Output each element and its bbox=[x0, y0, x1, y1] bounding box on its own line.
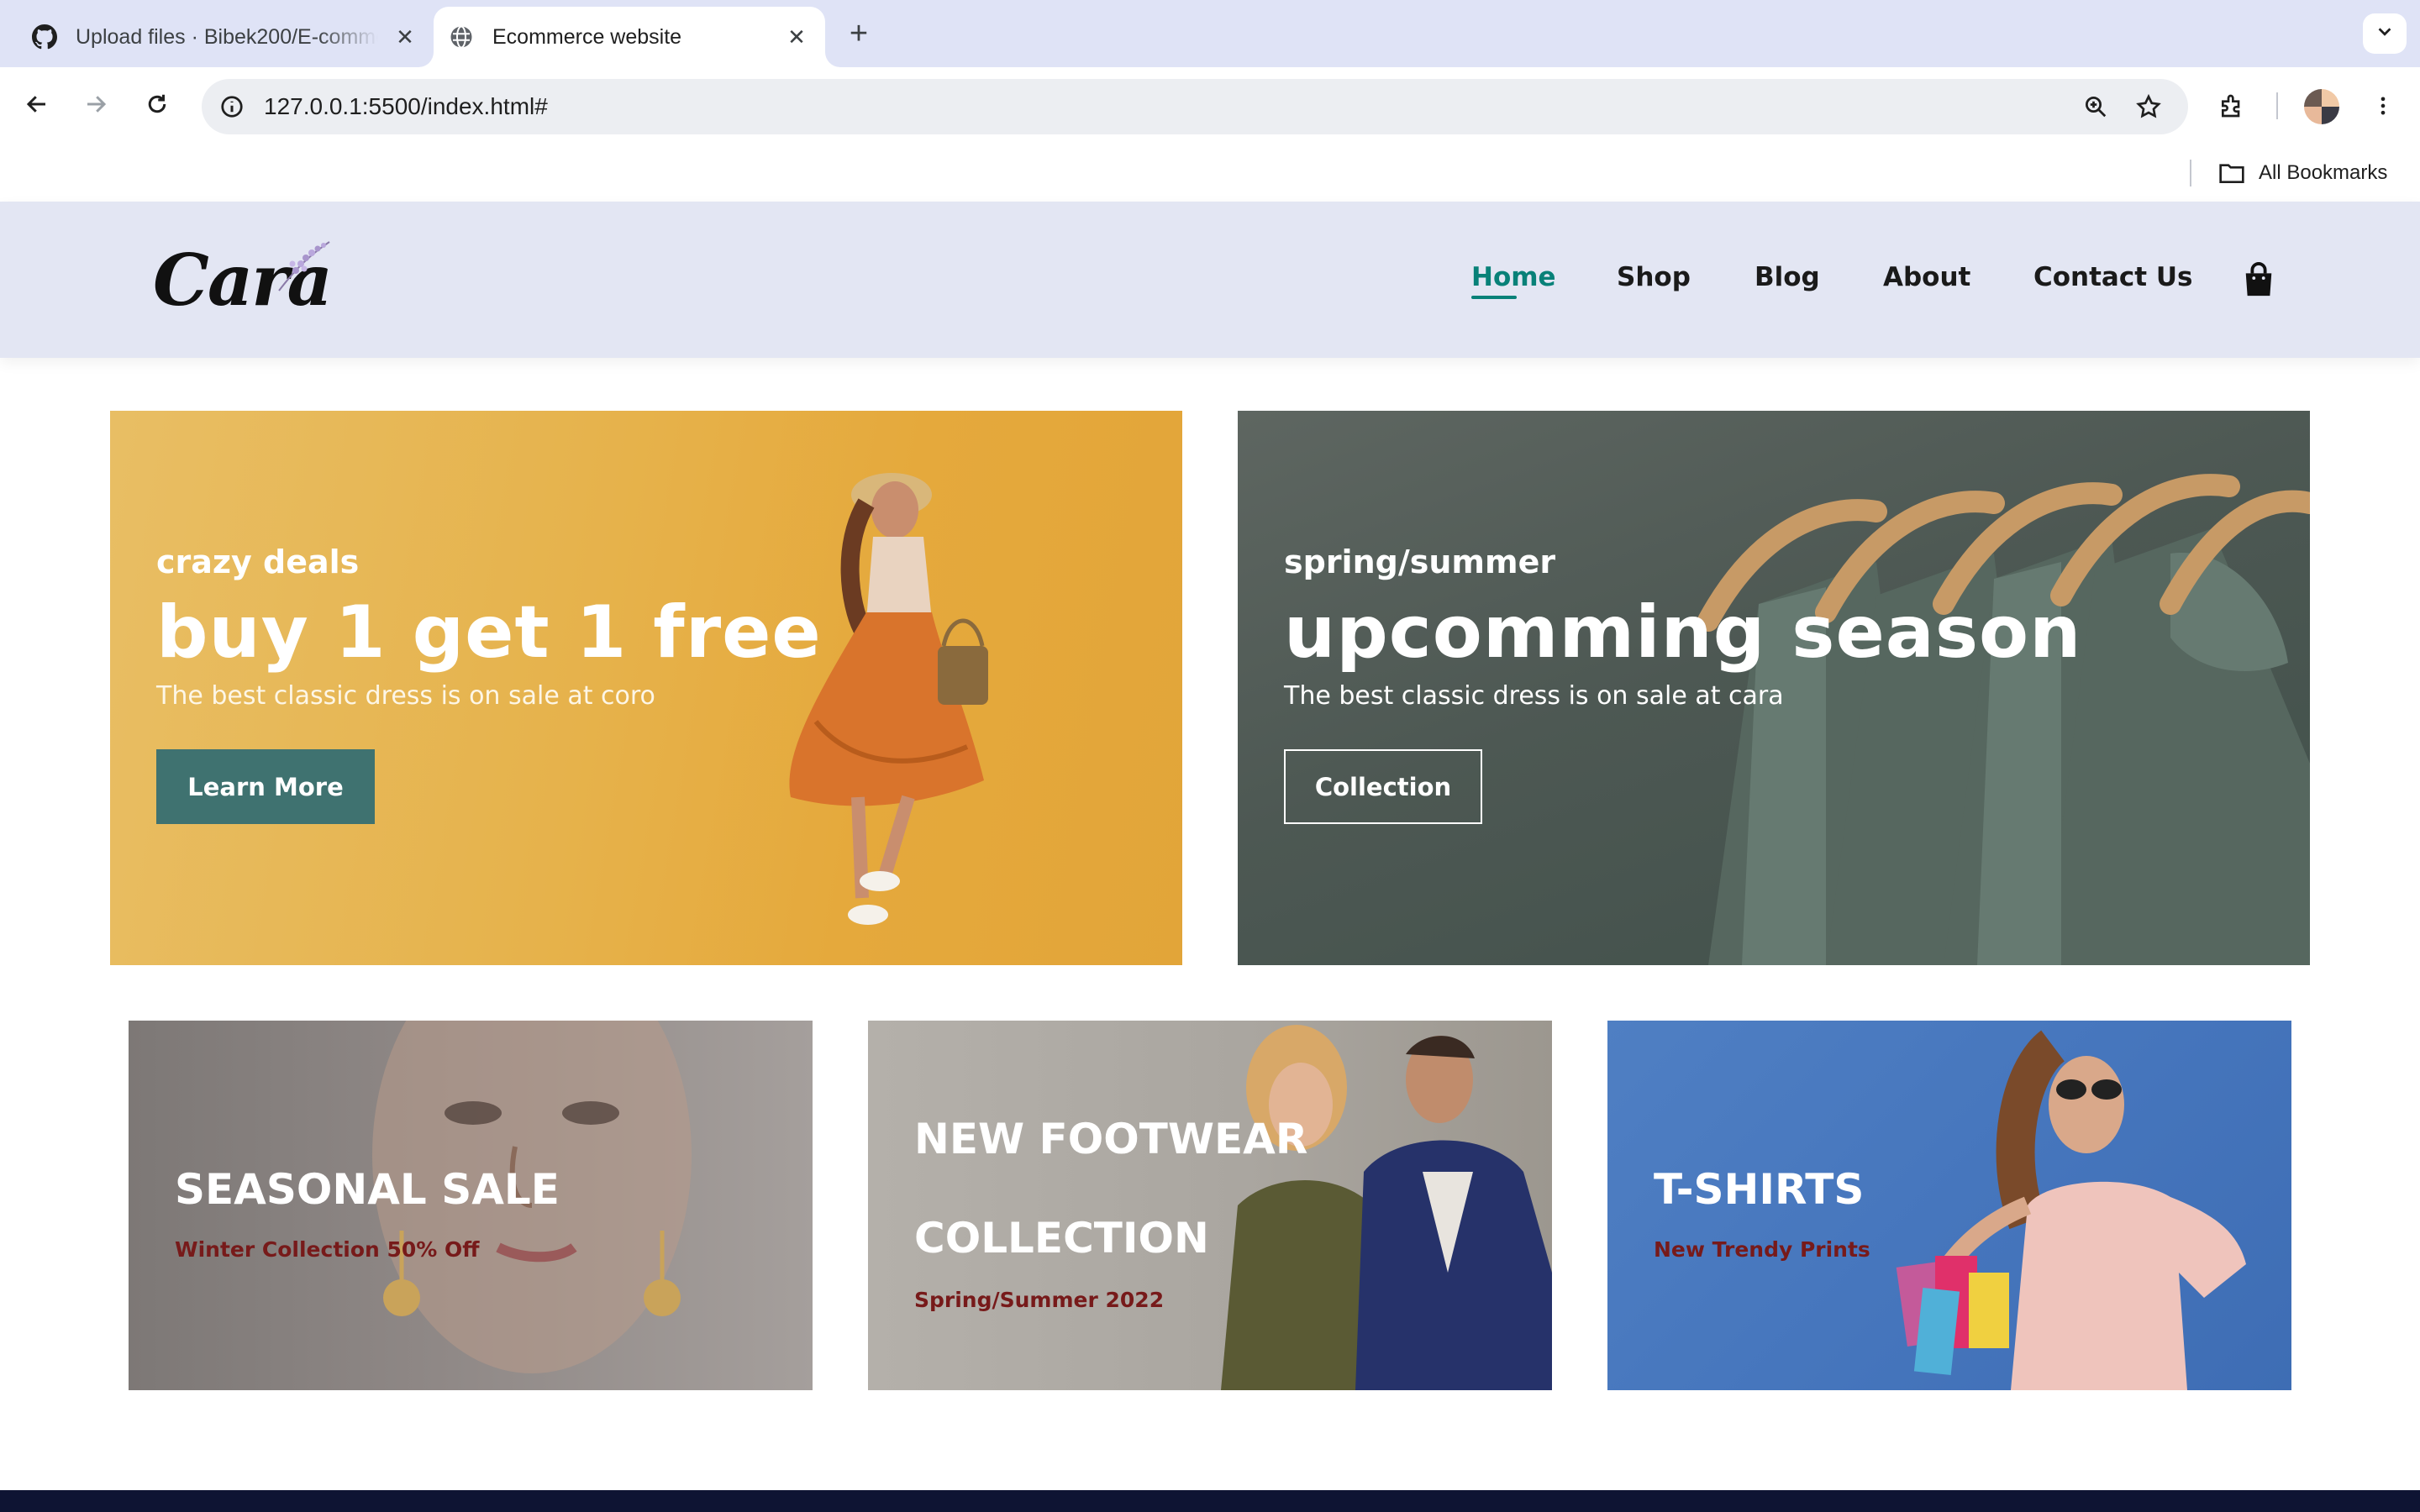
tab-search-button[interactable] bbox=[2363, 13, 2407, 54]
nav-shop[interactable]: Shop bbox=[1617, 262, 1691, 292]
new-tab-button[interactable]: + bbox=[842, 16, 876, 51]
profile-avatar[interactable] bbox=[2304, 89, 2339, 124]
zoom-icon[interactable] bbox=[2075, 87, 2116, 127]
tab-ecommerce-website[interactable]: Ecommerce website ✕ bbox=[434, 7, 825, 67]
banner-t-shirts: T-SHIRTS New Trendy Prints bbox=[1607, 1021, 2291, 1390]
all-bookmarks-button[interactable]: All Bookmarks bbox=[2217, 155, 2387, 192]
new-footwear-title: NEW FOOTWEAR bbox=[914, 1115, 1308, 1163]
banner-seasonal-sale: SEASONAL SALE Winter Collection 50% Off bbox=[129, 1021, 813, 1390]
github-icon bbox=[30, 23, 59, 51]
nav-about[interactable]: About bbox=[1883, 262, 1970, 292]
site-logo[interactable]: Cara bbox=[153, 230, 338, 331]
collection-button[interactable]: Collection bbox=[1284, 749, 1482, 824]
model-dress-image bbox=[789, 473, 988, 925]
toolbar-divider bbox=[2276, 92, 2278, 119]
reload-button[interactable] bbox=[137, 86, 177, 126]
more-menu-icon[interactable] bbox=[2363, 86, 2403, 126]
chevron-down-icon bbox=[2375, 23, 2394, 45]
banner-upcoming-season: spring/summer upcomming season The best … bbox=[1238, 411, 2310, 965]
bookmarks-divider bbox=[2190, 160, 2191, 186]
seasonal-sale-title: SEASONAL SALE bbox=[175, 1165, 560, 1214]
tab-title: Upload files · Bibek200/E-commerce bbox=[76, 24, 378, 49]
back-button[interactable] bbox=[17, 86, 57, 126]
season-subtext: The best classic dress is on sale at car… bbox=[1284, 681, 1784, 711]
browser-toolbar: 127.0.0.1:5500/index.html# bbox=[0, 67, 2420, 144]
extensions-icon[interactable] bbox=[2212, 86, 2252, 126]
nav-contact-us[interactable]: Contact Us bbox=[2033, 262, 2192, 292]
t-shirts-subtitle: New Trendy Prints bbox=[1654, 1237, 1870, 1262]
learn-more-button[interactable]: Learn More bbox=[156, 749, 375, 824]
deals-headline: buy 1 get 1 free bbox=[156, 591, 822, 675]
address-url[interactable]: 127.0.0.1:5500/index.html# bbox=[264, 79, 548, 134]
close-icon[interactable]: ✕ bbox=[783, 24, 810, 50]
banner-crazy-deals: crazy deals buy 1 get 1 free The best cl… bbox=[110, 411, 1182, 965]
bookmarks-bar: All Bookmarks bbox=[0, 144, 2420, 202]
t-shirts-title: T-SHIRTS bbox=[1654, 1165, 1865, 1214]
browser-tab-strip: Upload files · Bibek200/E-commerce ✕ Eco… bbox=[0, 0, 2420, 67]
site-header: Cara Home Shop Blog About Contact Us bbox=[0, 202, 2420, 358]
shopping-bag-icon[interactable] bbox=[2242, 262, 2275, 297]
folder-icon bbox=[2217, 158, 2247, 188]
deals-kicker: crazy deals bbox=[156, 543, 360, 580]
nav-active-underline bbox=[1471, 296, 1517, 299]
deals-subtext: The best classic dress is on sale at cor… bbox=[156, 681, 655, 711]
reload-icon bbox=[145, 92, 170, 120]
site-info-icon[interactable] bbox=[212, 87, 252, 127]
new-footwear-subtitle: Spring/Summer 2022 bbox=[914, 1288, 1165, 1312]
nav-blog[interactable]: Blog bbox=[1754, 262, 1820, 292]
tab-title: Ecommerce website bbox=[492, 24, 682, 49]
nav-home[interactable]: Home bbox=[1471, 262, 1556, 292]
banner-new-footwear: NEW FOOTWEAR COLLECTION Spring/Summer 20… bbox=[868, 1021, 1552, 1390]
arrow-right-icon bbox=[83, 92, 108, 120]
arrow-left-icon bbox=[24, 92, 50, 120]
model-shopping-image bbox=[1896, 1030, 2246, 1390]
collection-title: COLLECTION bbox=[914, 1214, 1209, 1263]
close-icon[interactable]: ✕ bbox=[392, 24, 418, 50]
tab-upload-files[interactable]: Upload files · Bibek200/E-commerce ✕ bbox=[30, 7, 434, 67]
address-bar[interactable]: 127.0.0.1:5500/index.html# bbox=[202, 79, 2188, 134]
lavender-icon bbox=[278, 241, 330, 291]
all-bookmarks-label: All Bookmarks bbox=[2259, 161, 2388, 184]
seasonal-sale-subtitle: Winter Collection 50% Off bbox=[175, 1237, 480, 1262]
season-kicker: spring/summer bbox=[1284, 543, 1556, 580]
forward-button[interactable] bbox=[76, 86, 116, 126]
globe-icon bbox=[447, 23, 476, 51]
newsletter-section-edge bbox=[0, 1490, 2420, 1512]
couple-image bbox=[1221, 1025, 1552, 1390]
season-headline: upcomming season bbox=[1284, 591, 2082, 675]
star-icon[interactable] bbox=[2128, 87, 2169, 127]
